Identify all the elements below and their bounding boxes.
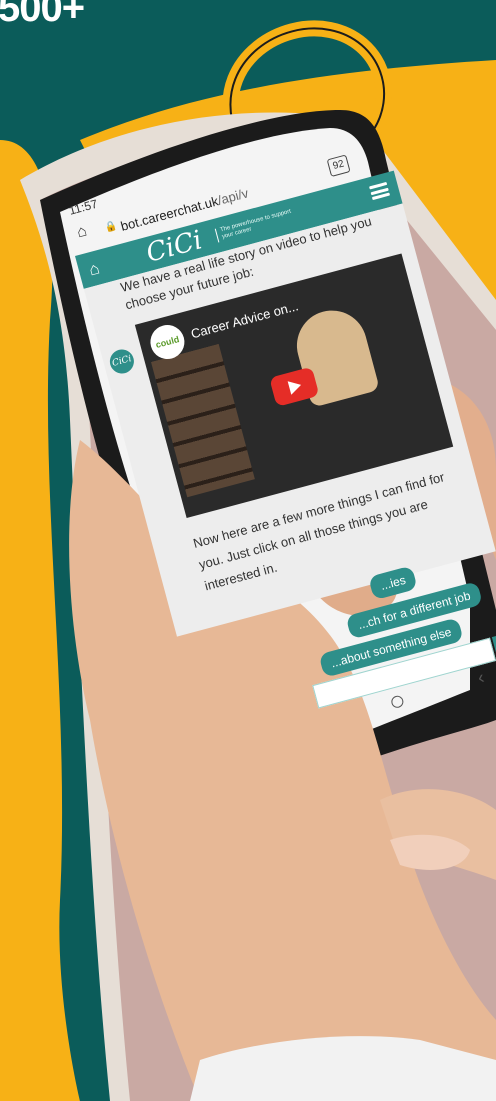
lock-icon: 🔒 [103, 220, 119, 235]
video-title: Career Advice on... [189, 298, 300, 342]
tab-count-badge[interactable]: 92 [326, 154, 351, 178]
url-path: /api/v [216, 185, 250, 208]
menu-icon[interactable] [369, 181, 391, 201]
headline: 500+ [0, 0, 85, 30]
home-icon[interactable]: ⌂ [75, 222, 89, 242]
status-time: 11:57 [67, 196, 100, 218]
header-home-icon[interactable]: ⌂ [87, 259, 102, 281]
